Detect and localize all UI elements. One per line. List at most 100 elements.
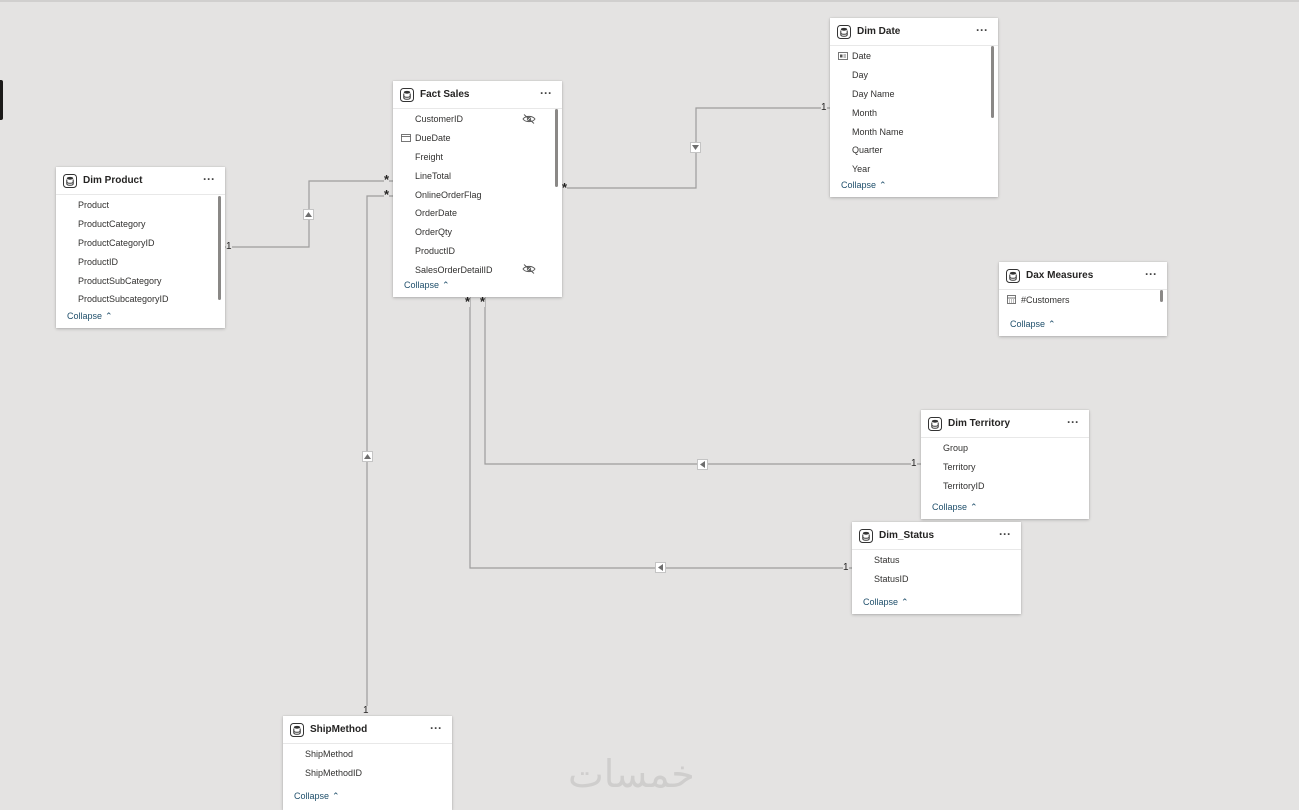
filter-direction-down-icon[interactable] xyxy=(690,142,701,153)
field-item[interactable]: StatusID xyxy=(852,570,1021,589)
field-item[interactable]: Freight xyxy=(393,148,562,167)
field-item[interactable]: Month Name xyxy=(830,122,998,141)
field-item[interactable]: OrderQty xyxy=(393,223,562,242)
table-header[interactable]: Dax Measures ··· xyxy=(999,262,1167,290)
collapse-link[interactable]: Collapse ⌃ xyxy=(67,311,113,322)
table-icon xyxy=(63,173,77,188)
scrollbar[interactable] xyxy=(218,196,221,300)
chevron-up-icon: ⌃ xyxy=(105,311,113,321)
field-item[interactable]: ProductSubCategory xyxy=(56,271,225,290)
field-name: ProductID xyxy=(415,245,456,256)
field-name: ProductSubCategory xyxy=(78,275,162,286)
collapse-link[interactable]: Collapse ⌃ xyxy=(1010,319,1056,330)
field-item[interactable]: Day xyxy=(830,66,998,85)
field-item[interactable]: ProductCategoryID xyxy=(56,234,225,253)
hidden-field-icon[interactable] xyxy=(522,264,536,275)
field-item[interactable]: ShipMethodID xyxy=(283,764,452,783)
filter-direction-up-icon[interactable] xyxy=(303,209,314,220)
field-name: Quarter xyxy=(852,145,883,156)
table-card-dim-product[interactable]: Dim Product ··· Product ProductCategory … xyxy=(56,167,225,328)
field-name: Product xyxy=(78,200,110,211)
field-item[interactable]: LineTotal xyxy=(393,166,562,185)
field-item[interactable]: Product xyxy=(56,196,225,215)
field-item[interactable]: Group xyxy=(921,439,1089,458)
cardinality-many-label: * xyxy=(465,294,471,309)
table-header[interactable]: Dim Product ··· xyxy=(56,167,225,195)
rel-line-status-sales[interactable] xyxy=(469,296,852,569)
table-header[interactable]: Dim_Status ··· xyxy=(852,522,1021,550)
field-item[interactable]: TerritoryID xyxy=(921,477,1089,496)
table-header[interactable]: Dim Date ··· xyxy=(830,18,998,46)
field-name: LineTotal xyxy=(415,170,452,181)
field-name: TerritoryID xyxy=(943,480,985,491)
field-item[interactable]: ProductID xyxy=(393,242,562,261)
table-header[interactable]: ShipMethod ··· xyxy=(283,716,452,744)
collapse-link[interactable]: Collapse ⌃ xyxy=(841,180,981,191)
collapse-link[interactable]: Collapse ⌃ xyxy=(404,280,450,291)
chevron-up-icon: ⌃ xyxy=(1048,319,1056,329)
field-name: ProductSubcategoryID xyxy=(78,294,169,305)
field-item[interactable]: Date xyxy=(830,47,998,66)
table-header[interactable]: Fact Sales ··· xyxy=(393,81,562,109)
collapse-label: Collapse xyxy=(67,311,103,321)
collapse-link[interactable]: Collapse ⌃ xyxy=(932,502,978,513)
field-item[interactable]: ProductCategory xyxy=(56,215,225,234)
field-name: ProductCategoryID xyxy=(78,237,155,248)
field-name: Month Name xyxy=(852,126,904,137)
table-header[interactable]: Dim Territory ··· xyxy=(921,410,1089,438)
table-card-dim-territory[interactable]: Dim Territory ··· Group Territory Territ… xyxy=(921,410,1089,519)
hidden-field-icon[interactable] xyxy=(522,114,536,124)
collapse-label: Collapse xyxy=(404,280,440,290)
scrollbar[interactable] xyxy=(1160,290,1163,302)
table-card-dim-status[interactable]: Dim_Status ··· Status StatusID Collapse ⌃ xyxy=(852,522,1021,614)
collapse-link[interactable]: Collapse ⌃ xyxy=(294,791,340,802)
field-list: Product ProductCategory ProductCategoryI… xyxy=(56,195,225,309)
more-options-icon[interactable]: ··· xyxy=(1145,268,1157,280)
field-item[interactable]: ProductID xyxy=(56,252,225,271)
scrollbar[interactable] xyxy=(555,109,558,187)
field-name: Month xyxy=(852,107,878,118)
collapse-link[interactable]: Collapse ⌃ xyxy=(863,597,909,608)
filter-direction-left-icon[interactable] xyxy=(655,562,666,573)
table-card-dim-date[interactable]: Dim Date ··· Date Day Day Name Month Mon… xyxy=(830,18,998,197)
field-item[interactable]: OrderDate xyxy=(393,204,562,223)
field-item[interactable]: Status xyxy=(852,551,1021,570)
rel-line-territory-sales[interactable] xyxy=(484,296,921,465)
field-item[interactable]: ProductSubcategoryID xyxy=(56,290,225,309)
field-item[interactable]: Day Name xyxy=(830,85,998,104)
table-card-dax-measures[interactable]: Dax Measures ··· #Customers Collapse ⌃ xyxy=(999,262,1167,336)
filter-direction-up-icon[interactable] xyxy=(362,451,373,462)
scrollbar[interactable] xyxy=(991,46,994,118)
more-options-icon[interactable]: ··· xyxy=(976,24,988,36)
chevron-up-icon: ⌃ xyxy=(879,180,887,190)
field-list: Group Territory TerritoryID xyxy=(921,438,1089,495)
field-item[interactable]: #Customers xyxy=(999,291,1167,310)
field-list: ShipMethod ShipMethodID xyxy=(283,744,452,783)
field-name: StatusID xyxy=(874,574,909,585)
collapse-label: Collapse xyxy=(294,791,330,801)
field-item[interactable]: SalesOrderDetailID xyxy=(393,260,562,279)
field-item[interactable]: Territory xyxy=(921,458,1089,477)
field-name: OnlineOrderFlag xyxy=(415,189,482,200)
field-list: Status StatusID xyxy=(852,550,1021,589)
more-options-icon[interactable]: ··· xyxy=(203,173,215,185)
more-options-icon[interactable]: ··· xyxy=(1067,416,1079,428)
filter-direction-left-icon[interactable] xyxy=(697,459,708,470)
field-item[interactable]: DueDate xyxy=(393,129,562,148)
table-card-fact-sales[interactable]: Fact Sales ··· CustomerID DueDate Freigh… xyxy=(393,81,562,297)
table-icon xyxy=(837,24,851,39)
field-item[interactable]: CustomerID xyxy=(393,110,562,129)
field-item[interactable]: Quarter xyxy=(830,141,998,160)
field-item[interactable]: ShipMethod xyxy=(283,745,452,764)
field-item[interactable]: Month xyxy=(830,103,998,122)
field-name: Year xyxy=(852,164,871,175)
more-options-icon[interactable]: ··· xyxy=(430,722,442,734)
field-item[interactable]: OnlineOrderFlag xyxy=(393,185,562,204)
date-key-icon xyxy=(838,52,848,60)
more-options-icon[interactable]: ··· xyxy=(999,528,1011,540)
field-item[interactable]: Year xyxy=(830,160,998,179)
table-card-shipmethod[interactable]: ShipMethod ··· ShipMethod ShipMethodID C… xyxy=(283,716,452,810)
more-options-icon[interactable]: ··· xyxy=(540,87,552,99)
field-list: #Customers xyxy=(999,290,1167,310)
chevron-up-icon: ⌃ xyxy=(332,791,340,801)
